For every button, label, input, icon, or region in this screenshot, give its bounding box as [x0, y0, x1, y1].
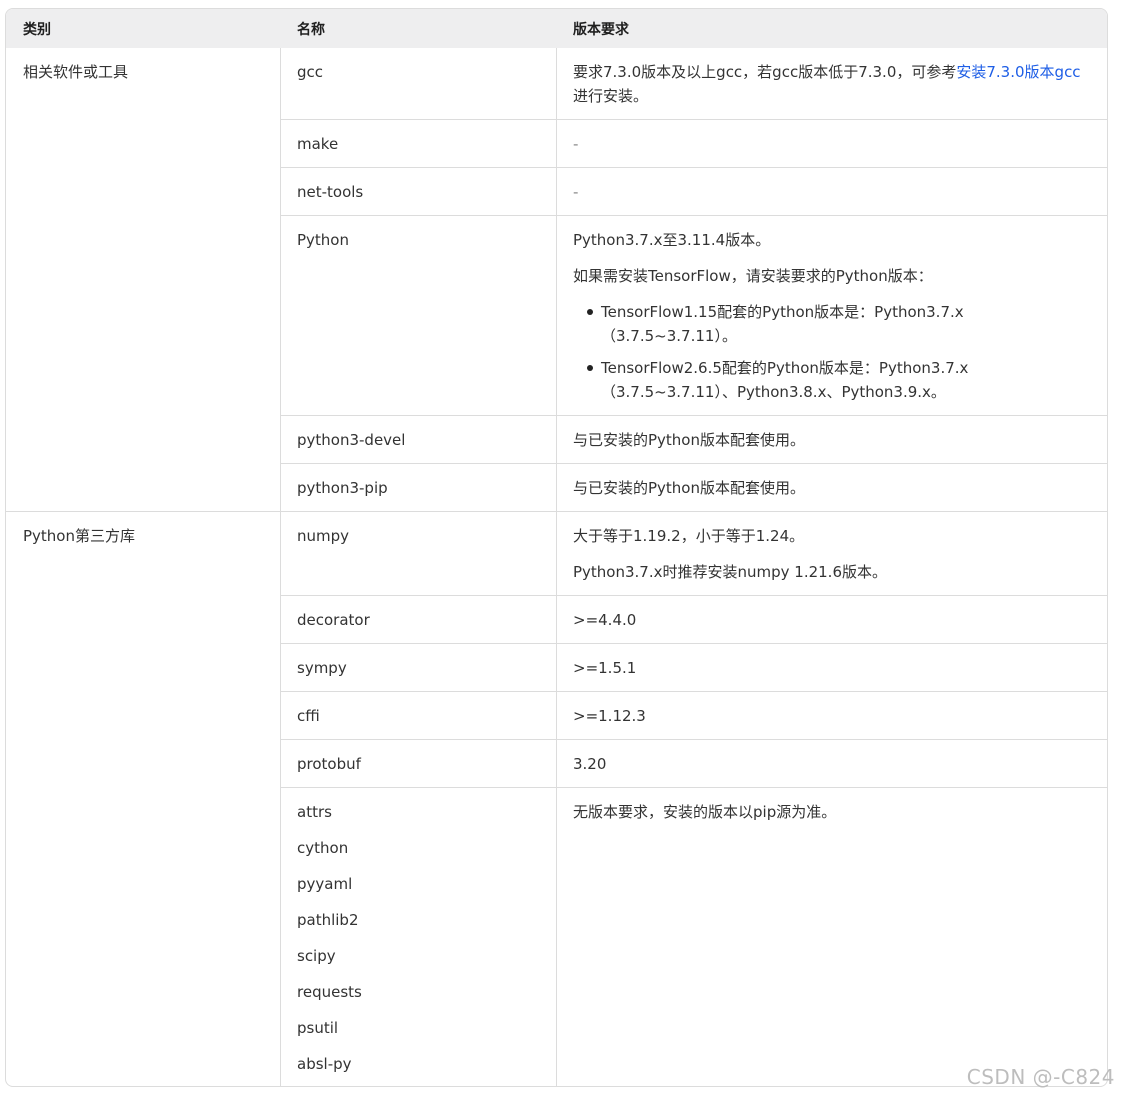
- req-python3-pip: 与已安装的Python版本配套使用。: [573, 479, 805, 497]
- name-pyyaml: pyyaml: [297, 875, 353, 893]
- group-divider: [6, 511, 1107, 512]
- header-name: 名称: [297, 22, 325, 38]
- requirements-table: 类别 名称 版本要求 相关软件或工具 Python第三方库 gcc 要求7.3.…: [5, 8, 1108, 1087]
- name-numpy: numpy: [297, 527, 350, 545]
- bullet-icon: [587, 365, 593, 371]
- req-numpy-recommend: Python3.7.x时推荐安装numpy 1.21.6版本。: [573, 563, 887, 581]
- row-divider: [280, 787, 1107, 788]
- header-category: 类别: [23, 22, 51, 38]
- req-decorator: >=4.4.0: [573, 611, 637, 629]
- column-divider: [280, 48, 281, 1086]
- req-misc: 无版本要求，安装的版本以pip源为准。: [573, 803, 837, 821]
- name-protobuf: protobuf: [297, 755, 361, 773]
- name-python3-devel: python3-devel: [297, 431, 406, 449]
- req-python-tf-note: 如果需安装TensorFlow，请安装要求的Python版本：: [573, 267, 933, 285]
- req-protobuf: 3.20: [573, 755, 607, 773]
- name-python3-pip: python3-pip: [297, 479, 388, 497]
- name-sympy: sympy: [297, 659, 347, 677]
- req-numpy-range: 大于等于1.19.2，小于等于1.24。: [573, 527, 805, 545]
- table-header: 类别 名称 版本要求: [6, 9, 1107, 48]
- req-sympy: >=1.5.1: [573, 659, 637, 677]
- name-make: make: [297, 135, 339, 153]
- row-divider: [280, 215, 1107, 216]
- watermark: CSDN @-C824: [966, 1065, 1115, 1089]
- column-divider: [556, 48, 557, 1086]
- name-python: Python: [297, 231, 349, 249]
- req-tf115-line1: TensorFlow1.15配套的Python版本是：Python3.7.x: [601, 303, 964, 321]
- req-gcc: 要求7.3.0版本及以上gcc，若gcc版本低于7.3.0，可参考安装7.3.0…: [573, 60, 1081, 84]
- req-python3-devel: 与已安装的Python版本配套使用。: [573, 431, 805, 449]
- row-divider: [280, 739, 1107, 740]
- row-divider: [280, 595, 1107, 596]
- req-cffi: >=1.12.3: [573, 707, 646, 725]
- name-requests: requests: [297, 983, 362, 1001]
- req-net-tools: -: [573, 183, 579, 201]
- install-gcc-link[interactable]: 安装7.3.0版本gcc: [956, 63, 1080, 81]
- name-attrs: attrs: [297, 803, 332, 821]
- name-absl-py: absl-py: [297, 1055, 352, 1073]
- name-pathlib2: pathlib2: [297, 911, 359, 929]
- req-python-range: Python3.7.x至3.11.4版本。: [573, 231, 771, 249]
- req-gcc-text: 要求7.3.0版本及以上gcc，若gcc版本低于7.3.0，可参考: [573, 63, 957, 81]
- category-python-libs: Python第三方库: [23, 527, 135, 545]
- row-divider: [280, 119, 1107, 120]
- req-tf265-line1: TensorFlow2.6.5配套的Python版本是：Python3.7.x: [601, 359, 969, 377]
- row-divider: [280, 691, 1107, 692]
- req-tf265-line2: （3.7.5~3.7.11）、Python3.8.x、Python3.9.x。: [601, 383, 946, 401]
- name-cffi: cffi: [297, 707, 320, 725]
- req-tf115-line2: （3.7.5~3.7.11）。: [601, 327, 737, 345]
- bullet-icon: [587, 309, 593, 315]
- category-tools: 相关软件或工具: [23, 63, 129, 81]
- req-gcc-tail: 进行安装。: [573, 87, 649, 105]
- name-net-tools: net-tools: [297, 183, 364, 201]
- name-decorator: decorator: [297, 611, 370, 629]
- name-gcc: gcc: [297, 63, 324, 81]
- name-psutil: psutil: [297, 1019, 339, 1037]
- row-divider: [280, 167, 1107, 168]
- name-scipy: scipy: [297, 947, 336, 965]
- req-make: -: [573, 135, 579, 153]
- row-divider: [280, 463, 1107, 464]
- header-version: 版本要求: [573, 22, 629, 38]
- name-cython: cython: [297, 839, 349, 857]
- row-divider: [280, 643, 1107, 644]
- row-divider: [280, 415, 1107, 416]
